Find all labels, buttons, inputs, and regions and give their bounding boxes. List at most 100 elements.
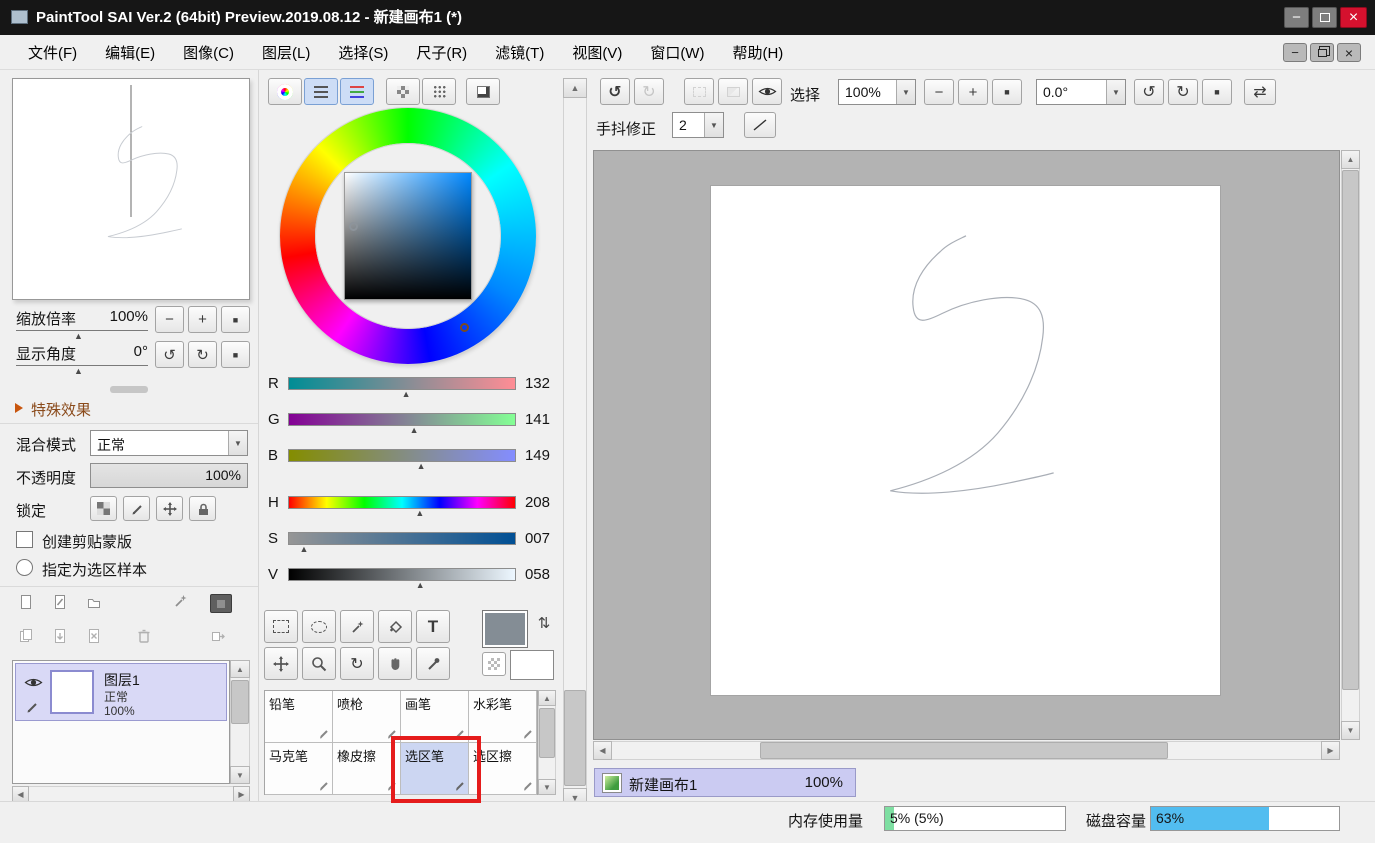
hsv-sliders-tab-button[interactable] — [340, 78, 374, 105]
close-button[interactable]: × — [1340, 7, 1367, 28]
new-layer-folder-button[interactable] — [86, 596, 102, 610]
eyedropper-tool-button[interactable] — [416, 647, 450, 680]
slider-h[interactable]: ▲ — [288, 496, 516, 522]
slider-track-b[interactable] — [288, 449, 516, 462]
slider-b[interactable]: ▲ — [288, 449, 516, 475]
hue-ring-marker[interactable] — [460, 323, 469, 332]
nav-zoom-value[interactable]: 100% — [90, 308, 148, 325]
layer-options-button[interactable] — [210, 594, 232, 613]
chevron-down-icon[interactable]: ▼ — [704, 113, 723, 137]
vscroll-thumb[interactable] — [539, 708, 555, 758]
scroll-down-button[interactable]: ▼ — [1341, 721, 1360, 740]
tool-cell-pencil[interactable]: 铅笔 — [265, 691, 333, 743]
no-color-button[interactable] — [482, 652, 506, 676]
selection-wand-button[interactable] — [172, 593, 188, 609]
blend-mode-select[interactable]: 正常 ▼ — [90, 430, 248, 456]
rotate-view-tool-button[interactable]: ↻ — [340, 647, 374, 680]
canvas-document[interactable] — [710, 185, 1221, 696]
rgb-sliders-tab-button[interactable] — [304, 78, 338, 105]
stabilizer-select[interactable]: 2 ▼ — [672, 112, 724, 138]
flip-horizontal-button[interactable]: ⇄ — [1244, 79, 1276, 105]
hand-tool-button[interactable] — [378, 647, 412, 680]
layer-visibility-eye-icon[interactable] — [24, 676, 43, 689]
slider-marker-b[interactable]: ▲ — [417, 461, 426, 471]
vscroll-thumb[interactable] — [1342, 170, 1359, 690]
scroll-up-button[interactable]: ▲ — [538, 690, 556, 706]
sv-square[interactable] — [344, 172, 472, 300]
slider-marker-s[interactable]: ▲ — [299, 544, 308, 554]
paper-tab-button[interactable] — [466, 78, 500, 105]
undo-button[interactable]: ↺ — [600, 78, 630, 105]
special-effects-expander-icon[interactable] — [15, 403, 23, 413]
menu-window[interactable]: 窗口(W) — [636, 42, 718, 63]
menu-help[interactable]: 帮助(H) — [718, 42, 797, 63]
canvas-angle-reset-button[interactable]: ■ — [1202, 79, 1232, 105]
nav-zoom-out-button[interactable]: − — [155, 306, 184, 333]
bucket-tool-button[interactable] — [378, 610, 412, 643]
show-selection-button[interactable] — [752, 78, 782, 105]
slider-v[interactable]: ▲ — [288, 568, 516, 594]
stabilizer-mode-button[interactable] — [744, 112, 776, 138]
tool-cell-marker[interactable]: 马克笔 — [265, 743, 333, 795]
selection-source-label[interactable]: 指定为选区样本 — [42, 559, 147, 580]
primary-color-swatch[interactable] — [482, 610, 528, 648]
slider-marker-v[interactable]: ▲ — [416, 580, 425, 590]
lock-all-button[interactable] — [189, 496, 216, 521]
lock-move-button[interactable] — [156, 496, 183, 521]
nav-angle-slider-marker[interactable]: ▲ — [74, 366, 83, 376]
canvas-rotate-cw-button[interactable]: ↻ — [1168, 79, 1198, 105]
nav-rotate-ccw-button[interactable]: ↺ — [155, 341, 184, 368]
opacity-slider[interactable]: 100% — [90, 463, 248, 488]
move-tool-button[interactable] — [264, 647, 298, 680]
canvas-zoom-select[interactable]: 100% ▼ — [838, 79, 916, 105]
canvas-zoom-out-button[interactable]: − — [924, 79, 954, 105]
swatches-tab-button[interactable] — [386, 78, 420, 105]
swap-colors-button[interactable]: ⇅ — [534, 612, 554, 634]
layer-thumbnail[interactable] — [50, 670, 94, 714]
text-tool-button[interactable]: T — [416, 610, 450, 643]
scroll-down-button[interactable]: ▼ — [230, 766, 250, 784]
menu-edit[interactable]: 编辑(E) — [91, 42, 169, 63]
scroll-right-button[interactable]: ▶ — [1321, 741, 1340, 760]
menu-selection[interactable]: 选择(S) — [324, 42, 402, 63]
chevron-down-icon[interactable]: ▼ — [896, 80, 915, 104]
sv-marker[interactable] — [349, 222, 358, 231]
slider-marker-r[interactable]: ▲ — [402, 389, 411, 399]
scroll-down-button[interactable]: ▼ — [538, 779, 556, 795]
slider-marker-g[interactable]: ▲ — [410, 425, 419, 435]
lock-alpha-button[interactable] — [90, 496, 117, 521]
lasso-tool-button[interactable] — [302, 610, 336, 643]
minimize-button[interactable]: − — [1284, 7, 1309, 28]
selection-source-radio[interactable] — [16, 559, 33, 576]
slider-g[interactable]: ▲ — [288, 413, 516, 439]
slider-track-h[interactable] — [288, 496, 516, 509]
lock-draw-button[interactable] — [123, 496, 150, 521]
redo-button[interactable]: ↻ — [634, 78, 664, 105]
layer-name[interactable]: 图层1 — [104, 670, 140, 690]
nav-angle-value[interactable]: 0° — [90, 343, 148, 360]
copy-layer-button[interactable] — [18, 628, 34, 644]
secondary-color-swatch[interactable] — [510, 650, 554, 680]
slider-track-v[interactable] — [288, 568, 516, 581]
rect-select-tool-button[interactable] — [264, 610, 298, 643]
nav-zoom-reset-button[interactable]: ■ — [221, 306, 250, 333]
canvas-tab[interactable]: 新建画布1 100% — [594, 768, 856, 797]
vscroll-thumb[interactable] — [564, 690, 586, 786]
nav-zoom-slider-marker[interactable]: ▲ — [74, 331, 83, 341]
menu-file[interactable]: 文件(F) — [14, 42, 91, 63]
menu-image[interactable]: 图像(C) — [169, 42, 248, 63]
clip-mask-label[interactable]: 创建剪贴蒙版 — [42, 531, 132, 552]
menu-view[interactable]: 视图(V) — [558, 42, 636, 63]
delete-layer-button[interactable] — [136, 628, 152, 644]
layer-transfer-button[interactable] — [210, 628, 226, 644]
special-effects-header[interactable]: 特殊效果 — [31, 399, 91, 420]
menu-layer[interactable]: 图层(L) — [248, 42, 324, 63]
magic-wand-tool-button[interactable] — [340, 610, 374, 643]
canvas-angle-select[interactable]: 0.0° ▼ — [1036, 79, 1126, 105]
nav-angle-reset-button[interactable]: ■ — [221, 341, 250, 368]
new-layer-button[interactable] — [18, 594, 34, 611]
navigator-preview[interactable] — [12, 78, 250, 300]
layer-row[interactable]: 图层1 正常 100% — [15, 663, 227, 721]
scroll-up-button[interactable]: ▲ — [1341, 150, 1360, 169]
menu-ruler[interactable]: 尺子(R) — [402, 42, 481, 63]
